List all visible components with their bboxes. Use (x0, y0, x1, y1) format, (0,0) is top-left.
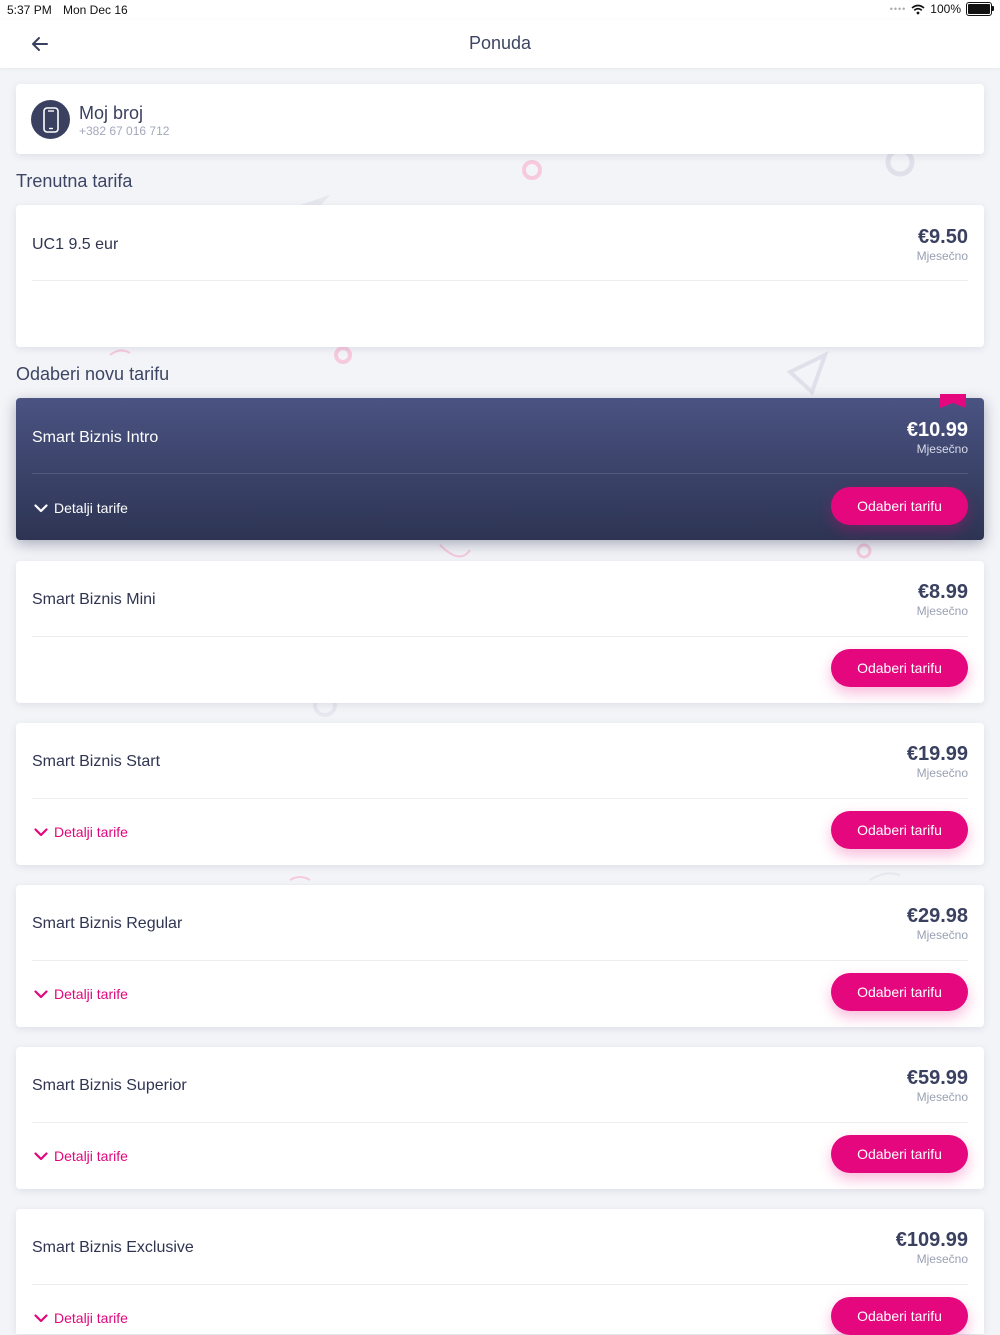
status-indicators: •••• 100% (889, 2, 994, 16)
details-label: Detalji tarife (54, 986, 128, 1002)
navigation-bar: Ponuda (0, 20, 1000, 68)
tariff-period: Mjesečno (916, 766, 968, 780)
chevron-down-icon (34, 989, 48, 998)
details-label: Detalji tarife (54, 824, 128, 840)
tariff-name: Smart Biznis Superior (32, 1077, 187, 1094)
current-tariff-price: €9.50 (917, 226, 968, 248)
tariff-price: €29.98 (906, 905, 968, 927)
signal-icon: •••• (889, 4, 907, 14)
current-tariff-card: UC1 9.5 eur €9.50 Mjesečno (16, 205, 984, 347)
select-tariff-button[interactable]: Odaberi tarifu (831, 1135, 968, 1173)
battery-icon (966, 2, 994, 16)
tariff-name: Smart Biznis Start (32, 753, 161, 770)
tariff-price: €109.99 (895, 1229, 968, 1251)
tariff-period: Mjesečno (916, 442, 968, 456)
tariff-price: €8.99 (917, 581, 968, 603)
tariff-period: Mjesečno (916, 1252, 968, 1266)
divider (32, 473, 968, 474)
tariff-period: Mjesečno (916, 604, 968, 618)
details-label: Detalji tarife (54, 1310, 128, 1326)
phone-number: +382 67 016 712 (79, 124, 170, 138)
tariff-card-smart-biznis-start[interactable]: Smart Biznis Start €19.99 Mjesečno Detal… (16, 723, 984, 865)
chevron-down-icon (34, 1313, 48, 1322)
tariff-name: Smart Biznis Exclusive (32, 1239, 194, 1256)
tariff-price: €19.99 (906, 743, 968, 765)
tariff-details-toggle[interactable]: Detalji tarife (34, 1148, 128, 1164)
tariff-price: €59.99 (906, 1067, 968, 1089)
tariff-name: Smart Biznis Regular (32, 915, 183, 932)
divider (32, 636, 968, 637)
divider (32, 280, 968, 281)
select-tariff-button[interactable]: Odaberi tarifu (831, 973, 968, 1011)
wifi-icon (911, 4, 925, 14)
chevron-down-icon (34, 1151, 48, 1160)
page-title: Ponuda (468, 33, 532, 53)
current-tariff-period: Mjesečno (916, 249, 968, 263)
divider (32, 1122, 968, 1123)
divider (32, 960, 968, 961)
status-date: Mon Dec 16 (63, 3, 128, 17)
current-tariff-heading: Trenutna tarifa (16, 171, 133, 191)
select-tariff-button[interactable]: Odaberi tarifu (831, 811, 968, 849)
current-tariff-name: UC1 9.5 eur (32, 236, 119, 253)
my-number-card[interactable]: Moj broj +382 67 016 712 (16, 84, 984, 154)
chevron-down-icon (34, 827, 48, 836)
details-label: Detalji tarife (54, 1148, 128, 1164)
tariff-name: Smart Biznis Mini (32, 591, 156, 608)
tariff-price: €10.99 (906, 419, 968, 441)
battery-percent: 100% (930, 2, 961, 16)
tariff-name: Smart Biznis Intro (32, 429, 159, 446)
my-number-title: Moj broj (79, 103, 144, 123)
tariff-details-toggle[interactable]: Detalji tarife (34, 824, 128, 840)
tariff-card-smart-biznis-intro[interactable]: Smart Biznis Intro €10.99 Mjesečno Detal… (16, 394, 984, 540)
select-tariff-button[interactable]: Odaberi tarifu (831, 649, 968, 687)
tariff-card-smart-biznis-regular[interactable]: Smart Biznis Regular €29.98 Mjesečno Det… (16, 885, 984, 1027)
tariff-card-smart-biznis-exclusive[interactable]: Smart Biznis Exclusive €109.99 Mjesečno … (16, 1209, 984, 1335)
tariff-details-toggle[interactable]: Detalji tarife (34, 986, 128, 1002)
tariff-details-toggle[interactable]: Detalji tarife (34, 1310, 128, 1326)
bookmark-icon (940, 394, 966, 408)
tariff-card-smart-biznis-superior[interactable]: Smart Biznis Superior €59.99 Mjesečno De… (16, 1047, 984, 1189)
chevron-down-icon (34, 503, 48, 512)
mobile-phone-icon (31, 100, 70, 139)
tariff-period: Mjesečno (916, 1090, 968, 1104)
tariff-details-toggle[interactable]: Detalji tarife (34, 500, 128, 516)
status-bar: 5:37 PM Mon Dec 16 •••• 100% (0, 0, 1000, 20)
divider (32, 798, 968, 799)
select-tariff-button[interactable]: Odaberi tarifu (831, 487, 968, 525)
details-label: Detalji tarife (54, 500, 128, 516)
divider (32, 1284, 968, 1285)
status-time: 5:37 PM (7, 3, 52, 17)
new-tariff-heading: Odaberi novu tarifu (16, 364, 170, 384)
select-tariff-button[interactable]: Odaberi tarifu (831, 1297, 968, 1335)
tariff-card-smart-biznis-mini[interactable]: Smart Biznis Mini €8.99 Mjesečno Odaberi… (16, 561, 984, 703)
tariff-period: Mjesečno (916, 928, 968, 942)
